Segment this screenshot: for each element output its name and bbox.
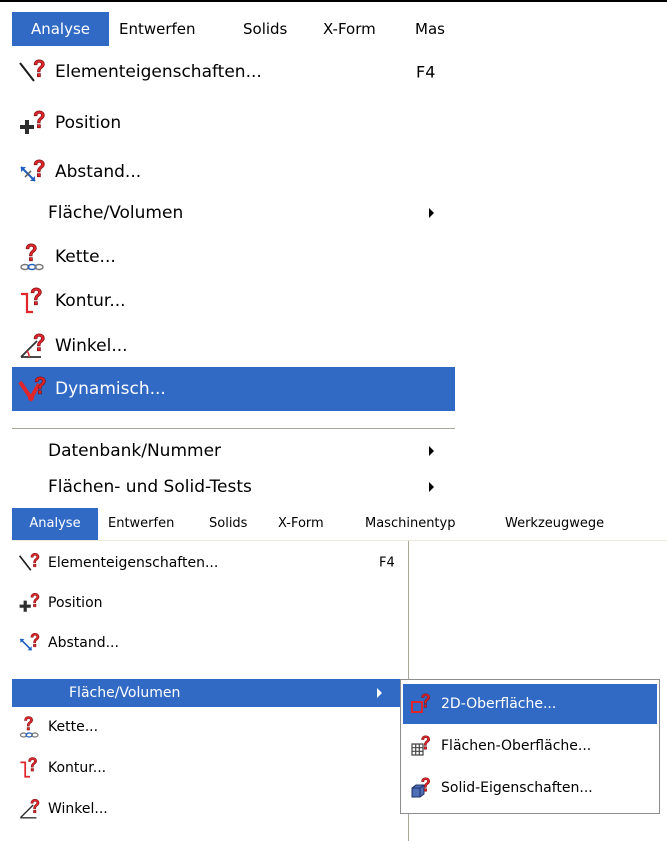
element-properties-icon (17, 57, 49, 87)
menu-separator-highlight (12, 429, 455, 430)
element-properties-icon (17, 551, 43, 575)
solid-properties-icon (409, 776, 433, 800)
menu-item-label: Kontur... (48, 760, 107, 776)
menubar-secondary: Analyse Entwerfen Solids X-Form Maschine… (12, 508, 667, 541)
menu-item-label: Winkel... (48, 801, 108, 817)
angle-icon (17, 331, 49, 361)
menu-item-shortcut: F4 (379, 555, 395, 571)
contour-icon (17, 286, 49, 316)
submenu-arrow-icon (377, 688, 382, 698)
2d-area-icon (409, 692, 433, 716)
angle-icon (17, 797, 43, 821)
menubar-item-werkzeugwege[interactable]: Werkzeugwege (505, 508, 604, 540)
menu-item-surface-solid-tests[interactable]: Flächen- und Solid-Tests (12, 469, 455, 505)
menu-item-element-properties[interactable]: Elementeigenschaften... F4 (12, 545, 408, 581)
contour-icon (17, 756, 43, 780)
submenu-item-surface-area[interactable]: Flächen-Oberfläche... (403, 726, 657, 766)
submenu-item-label: Solid-Eigenschaften... (441, 780, 593, 796)
menu-item-dynamic[interactable]: Dynamisch... (12, 367, 455, 411)
chain-icon (17, 715, 43, 739)
menu-item-label: Elementeigenschaften... (55, 61, 262, 82)
menu-item-label: Kette... (55, 246, 116, 267)
menu-item-label: Winkel... (55, 335, 128, 356)
menu-item-shortcut: F4 (416, 62, 436, 81)
menu-item-chain[interactable]: Kette... (12, 235, 455, 278)
menubar-item-solids[interactable]: Solids (209, 508, 247, 540)
submenu-item-2d-area[interactable]: 2D-Oberfläche... (403, 684, 657, 724)
chain-icon (17, 242, 49, 272)
menu-item-chain[interactable]: Kette... (12, 709, 408, 745)
menu-item-area-volume[interactable]: Fläche/Volumen (12, 191, 455, 234)
menu-item-label: Flächen- und Solid-Tests (48, 477, 252, 497)
menubar-item-x-form[interactable]: X-Form (323, 12, 376, 46)
menu-item-label: Kette... (48, 719, 99, 735)
menu-item-distance[interactable]: Abstand... (12, 150, 455, 193)
menu-item-database-number[interactable]: Datenbank/Nummer (12, 433, 455, 469)
menu-item-element-properties[interactable]: Elementeigenschaften... F4 (12, 50, 455, 93)
menubar-item-maschinentyp[interactable]: Maschinentyp (365, 508, 455, 540)
submenu-arrow-icon (429, 482, 434, 492)
menubar-item-mas[interactable]: Mas (415, 12, 445, 46)
menubar-item-analyse[interactable]: Analyse (12, 508, 98, 540)
menu-item-position[interactable]: Position (12, 585, 408, 621)
position-icon (17, 108, 49, 138)
menu-item-distance[interactable]: Abstand... (12, 625, 408, 661)
menubar-item-x-form[interactable]: X-Form (278, 508, 324, 540)
analyse-dropdown-menu: Elementeigenschaften... F4 Position Abst… (12, 46, 455, 506)
menu-item-label: Position (48, 595, 103, 611)
menu-item-area-volume[interactable]: Fläche/Volumen (12, 679, 400, 707)
menu-item-label: Abstand... (55, 161, 142, 182)
menubar-item-solids[interactable]: Solids (243, 12, 287, 46)
menubar-item-entwerfen[interactable]: Entwerfen (119, 12, 196, 46)
submenu-arrow-icon (429, 446, 434, 456)
menu-item-angle[interactable]: Winkel... (12, 791, 408, 827)
menu-item-label: Elementeigenschaften... (48, 555, 219, 571)
menu-item-contour[interactable]: Kontur... (12, 279, 455, 322)
submenu-arrow-icon (429, 207, 434, 218)
top-border-line (0, 0, 667, 2)
menu-item-label: Kontur... (55, 290, 126, 311)
menubar: Analyse Entwerfen Solids X-Form Mas (12, 12, 455, 47)
surface-area-icon (409, 734, 433, 758)
menu-item-angle[interactable]: Winkel... (12, 324, 455, 367)
menu-item-label: Position (55, 112, 122, 133)
position-icon (17, 591, 43, 615)
menu-item-contour[interactable]: Kontur... (12, 750, 408, 786)
submenu-item-label: 2D-Oberfläche... (441, 696, 557, 712)
analyse-dropdown-menu-secondary: Elementeigenschaften... F4 Position Abst… (12, 541, 409, 841)
menu-item-label: Fläche/Volumen (69, 685, 181, 701)
menubar-item-analyse[interactable]: Analyse (12, 12, 109, 46)
menu-item-label: Abstand... (48, 635, 119, 651)
menu-item-position[interactable]: Position (12, 101, 455, 144)
submenu-item-label: Flächen-Oberfläche... (441, 738, 592, 754)
area-volume-submenu: 2D-Oberfläche... Flächen-Oberfläche... S… (400, 679, 660, 814)
distance-icon (17, 631, 43, 655)
menu-item-label: Dynamisch... (55, 379, 166, 399)
dynamic-icon (17, 374, 49, 404)
submenu-item-solid-properties[interactable]: Solid-Eigenschaften... (403, 768, 657, 808)
menu-item-label: Fläche/Volumen (48, 202, 184, 223)
menubar-item-entwerfen[interactable]: Entwerfen (108, 508, 174, 540)
distance-icon (17, 157, 49, 187)
menu-item-label: Datenbank/Nummer (48, 441, 222, 461)
